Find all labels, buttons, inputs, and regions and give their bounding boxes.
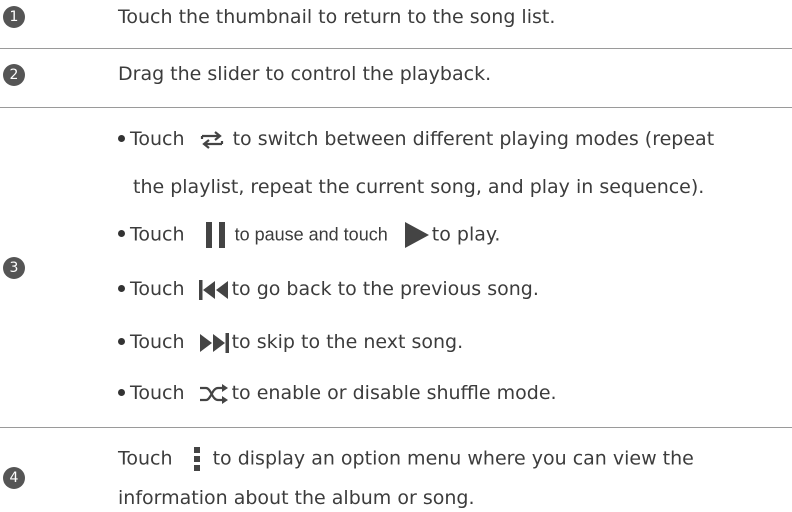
step-badge-1: 1 bbox=[3, 6, 25, 28]
bullet-pause-middle: to pause and touch bbox=[234, 224, 388, 245]
bullet-repeat-text-2: the playlist, repeat the current song, a… bbox=[133, 176, 705, 198]
step-4-touch: Touch bbox=[118, 447, 173, 470]
previous-track-icon bbox=[198, 279, 229, 301]
pause-icon bbox=[205, 221, 227, 249]
menu-dots-icon bbox=[193, 446, 201, 472]
bullet-repeat: Touch to switch between different playin… bbox=[118, 127, 714, 151]
step-2-text: Drag the slider to control the playback. bbox=[118, 63, 492, 85]
bullet-shuffle-touch: Touch bbox=[130, 382, 185, 404]
shuffle-icon bbox=[199, 383, 229, 405]
bullet-dot bbox=[118, 230, 125, 237]
bullet-previous: Touch to go back to the previous song. bbox=[118, 277, 539, 301]
bullet-play-after: to play. bbox=[431, 223, 501, 246]
bullet-dot bbox=[118, 388, 125, 396]
bullet-repeat-text-1: to switch between different playing mode… bbox=[232, 128, 715, 150]
separator bbox=[0, 427, 792, 428]
bullet-shuffle: Touch to enable or disable shuffle mode. bbox=[118, 381, 557, 405]
bullet-previous-touch: Touch bbox=[130, 278, 185, 300]
bullet-next-text: to skip to the next song. bbox=[231, 331, 464, 353]
step-4-line-2: information about the album or song. bbox=[118, 487, 475, 509]
next-track-icon bbox=[199, 332, 229, 354]
bullet-repeat-touch: Touch bbox=[130, 128, 185, 150]
step-4-line-1: Touch to display an option menu where yo… bbox=[118, 446, 694, 472]
bullet-shuffle-text: to enable or disable shuffle mode. bbox=[231, 382, 557, 404]
separator bbox=[0, 107, 792, 108]
bullet-previous-text: to go back to the previous song. bbox=[231, 278, 539, 300]
step-1-text: Touch the thumbnail to return to the son… bbox=[118, 6, 556, 28]
repeat-icon bbox=[197, 130, 227, 150]
bullet-next: Touch to skip to the next song. bbox=[118, 330, 463, 354]
step-badge-2: 2 bbox=[3, 64, 25, 86]
step-badge-3: 3 bbox=[3, 257, 25, 279]
bullet-next-touch: Touch bbox=[130, 331, 185, 353]
bullet-pause-play: Touch to pause and touch to play. bbox=[118, 221, 500, 249]
step-4-text-1: to display an option menu where you can … bbox=[212, 447, 694, 470]
bullet-dot bbox=[118, 284, 125, 292]
separator bbox=[0, 48, 792, 49]
step-badge-4: 4 bbox=[3, 467, 25, 489]
bullet-dot bbox=[118, 337, 125, 345]
bullet-pause-touch: Touch bbox=[130, 223, 185, 246]
play-icon bbox=[404, 221, 430, 249]
bullet-dot bbox=[118, 134, 125, 142]
